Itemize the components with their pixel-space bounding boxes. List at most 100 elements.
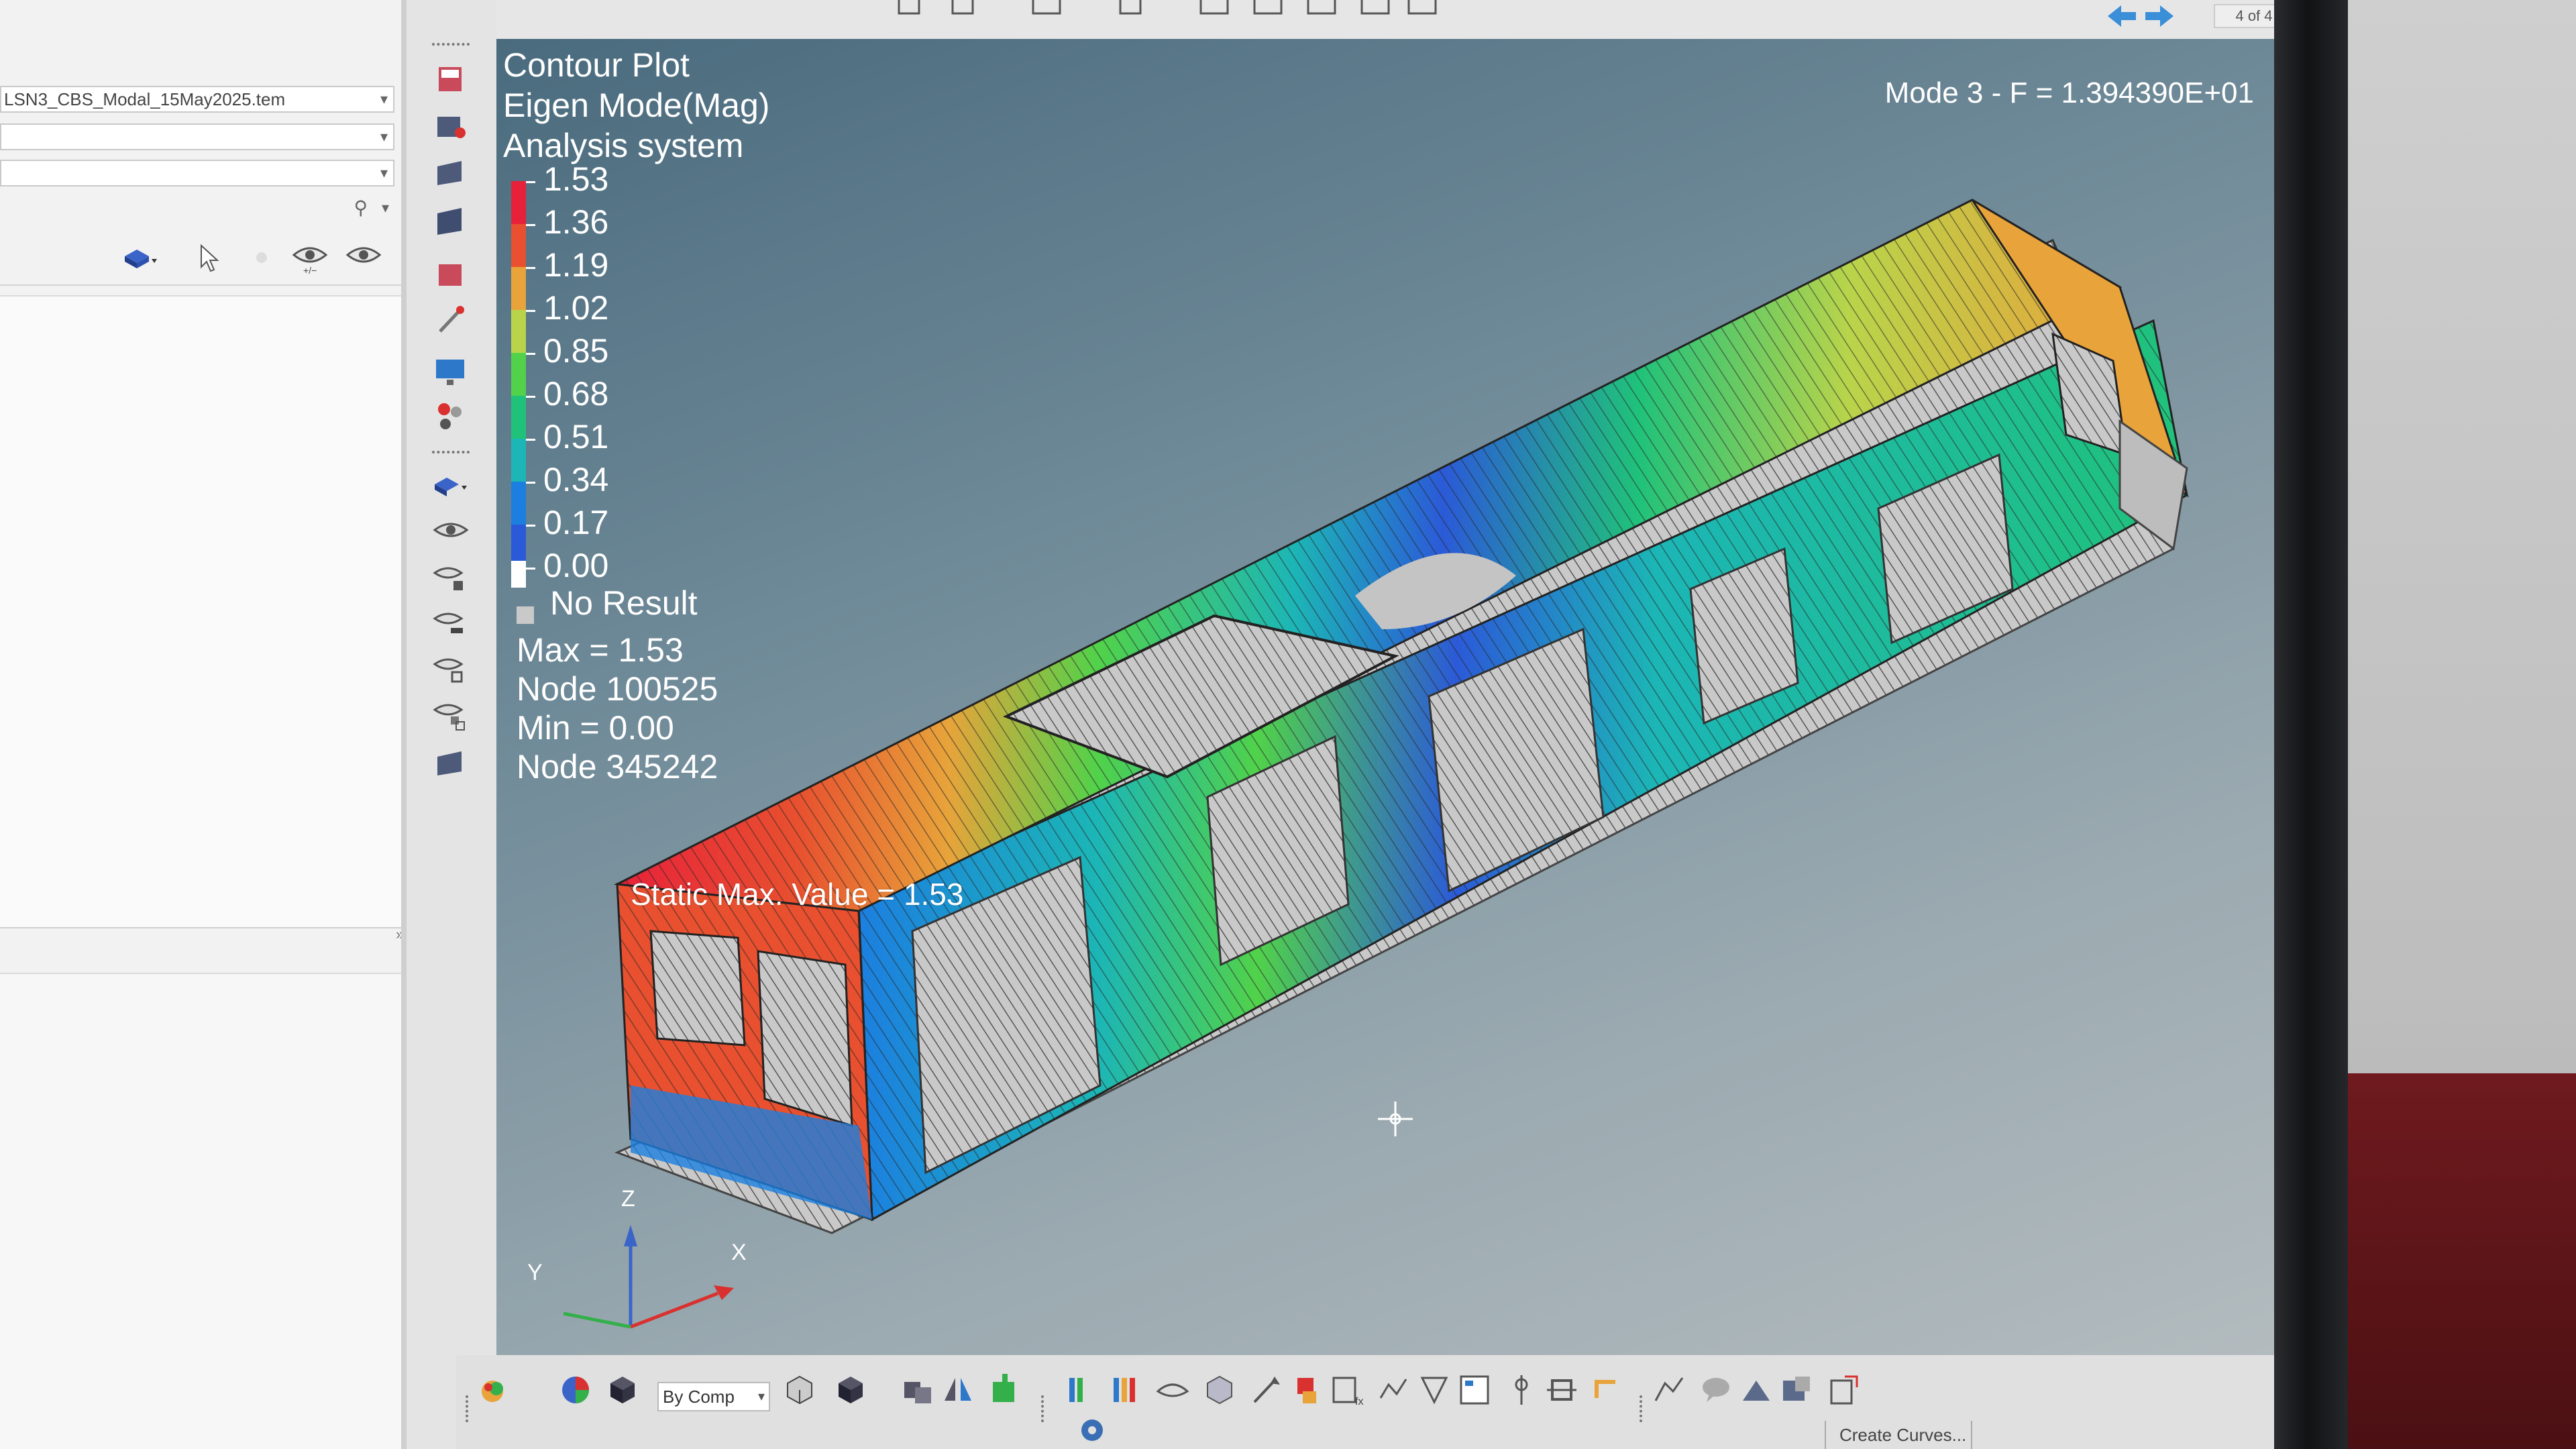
- legend-tick-mark: [526, 224, 535, 226]
- arrow-right-icon[interactable]: [2144, 3, 2175, 30]
- color-by-dropdown[interactable]: By Comp ▾: [657, 1382, 770, 1411]
- chevron-down-icon[interactable]: ▾: [380, 161, 388, 185]
- component-icon[interactable]: [119, 241, 160, 275]
- no-result-label: No Result: [550, 584, 698, 622]
- page-delete-icon[interactable]: [431, 256, 471, 294]
- legend-color-segment: [511, 267, 526, 310]
- toolbar-grip[interactable]: [1041, 1395, 1049, 1422]
- pick-color-icon[interactable]: [476, 1371, 514, 1409]
- isolate-eye-icon[interactable]: [431, 561, 471, 598]
- color-by-value: By Comp: [663, 1387, 735, 1407]
- report-icon[interactable]: [1825, 1371, 1862, 1409]
- wireframe-cube-icon[interactable]: [781, 1371, 818, 1409]
- feature-lines-icon[interactable]: [899, 1371, 936, 1409]
- graphics-viewport[interactable]: Contour Plot Eigen Mode(Mag) Analysis sy…: [496, 39, 2274, 1387]
- measure-angle-icon[interactable]: [1415, 1371, 1453, 1409]
- toolbar-grip[interactable]: [432, 43, 470, 51]
- page-window-icon[interactable]: [431, 745, 471, 782]
- reverse-eye-icon[interactable]: [431, 698, 471, 735]
- y-axis-line: [563, 1311, 631, 1329]
- component-display-icon[interactable]: [431, 470, 471, 507]
- toolbar-grip[interactable]: [1640, 1395, 1648, 1422]
- section-cut-icon[interactable]: [1543, 1371, 1580, 1409]
- color-wheel-icon[interactable]: [557, 1371, 594, 1409]
- legend-result-type: Eigen Mode(Mag): [503, 87, 770, 124]
- x-axis-label: X: [731, 1240, 747, 1265]
- entity-editor[interactable]: [0, 973, 402, 1449]
- legend-color-segment: [511, 181, 526, 224]
- solid-cube-icon[interactable]: [832, 1371, 869, 1409]
- chevron-down-icon[interactable]: ▾: [758, 1383, 765, 1410]
- max-node: Node 100525: [517, 670, 718, 708]
- page-layout-icon[interactable]: [431, 60, 471, 98]
- svg-text:+/−: +/−: [303, 265, 317, 275]
- legend-color-segment: [511, 353, 526, 396]
- clip-icon[interactable]: [1503, 1371, 1540, 1409]
- search-icon[interactable]: ⚲: [354, 196, 368, 220]
- legend-tick-label: 0.34: [543, 461, 609, 498]
- filter-combo[interactable]: ▾: [0, 123, 394, 150]
- search-field[interactable]: ⚲ ▾: [0, 196, 394, 223]
- reveal-icon[interactable]: [241, 241, 282, 275]
- model-browser-panel: LSN3_CBS_Modal_15May2025.tem ▾ ▾ ▾ ⚲ ▾ +…: [0, 0, 404, 1449]
- toolbar-grip[interactable]: [466, 1395, 474, 1422]
- annotate-icon[interactable]: [1737, 1371, 1775, 1409]
- legend-tick-mark: [526, 181, 535, 183]
- vector-icon[interactable]: [1248, 1371, 1285, 1409]
- no-result-swatch: [517, 606, 534, 624]
- tracking-icon[interactable]: [1590, 1371, 1627, 1409]
- panel-splitter[interactable]: [401, 0, 407, 1449]
- z-axis-label: Z: [621, 1186, 635, 1212]
- query-icon[interactable]: fx: [1328, 1371, 1366, 1409]
- legend-tick-mark: [526, 267, 535, 269]
- hide-eye-icon[interactable]: [431, 652, 471, 690]
- legend-tick-label: 0.00: [543, 547, 609, 584]
- window-icon[interactable]: [431, 154, 471, 192]
- visibility-eye-icon[interactable]: [431, 515, 471, 553]
- create-curves-tab[interactable]: Create Curves...: [1825, 1421, 1972, 1449]
- note-icon[interactable]: [1456, 1371, 1493, 1409]
- legend-title: Contour Plot: [503, 46, 690, 84]
- add-component-icon[interactable]: [986, 1371, 1024, 1409]
- shaded-cube-icon[interactable]: [604, 1371, 641, 1409]
- mode-frequency-label: Mode 3 - F = 1.394390E+01: [1884, 76, 2254, 109]
- legend-tick-label: 0.68: [543, 375, 609, 413]
- select-cursor-icon[interactable]: [191, 241, 231, 275]
- page-indicator[interactable]: 4 of 4: [2214, 4, 2274, 28]
- arrow-left-icon[interactable]: [2106, 3, 2137, 30]
- contour-icon[interactable]: [1060, 1371, 1097, 1409]
- svg-text:fx: fx: [1355, 1396, 1363, 1407]
- show-eye-icon[interactable]: [431, 606, 471, 644]
- chevron-down-icon[interactable]: ▾: [380, 125, 388, 149]
- legend-color-segment: [511, 561, 526, 588]
- window-stack-icon[interactable]: [431, 203, 471, 240]
- copy-page-icon[interactable]: [431, 107, 471, 145]
- file-combo[interactable]: LSN3_CBS_Modal_15May2025.tem ▾: [0, 86, 394, 113]
- view-tools-icon[interactable]: [879, 0, 2019, 27]
- display-icon[interactable]: [431, 354, 471, 392]
- comment-icon[interactable]: [1697, 1371, 1735, 1409]
- toolbar-grip[interactable]: [432, 451, 470, 459]
- legend-color-segment: [511, 439, 526, 482]
- chevron-down-icon[interactable]: ▾: [382, 196, 389, 220]
- iso-icon[interactable]: [1201, 1371, 1238, 1409]
- tensor-icon[interactable]: [1288, 1371, 1326, 1409]
- ply-icon[interactable]: [1375, 1371, 1413, 1409]
- view-combo[interactable]: ▾: [0, 160, 394, 186]
- max-value: Max = 1.53: [517, 631, 684, 669]
- export-curve-icon[interactable]: [1650, 1371, 1688, 1409]
- legend-icon[interactable]: [1107, 1371, 1144, 1409]
- eye-add-remove-icon[interactable]: +/−: [290, 241, 330, 275]
- deform-icon[interactable]: [1154, 1371, 1191, 1409]
- settings-gear-icon[interactable]: [1073, 1411, 1111, 1449]
- eye-icon[interactable]: [343, 241, 384, 275]
- model-tree[interactable]: [0, 295, 402, 928]
- mirror-icon[interactable]: [939, 1371, 977, 1409]
- chevron-down-icon[interactable]: ▾: [380, 87, 388, 111]
- x-axis-line: [630, 1291, 718, 1329]
- vertical-toolbar: [423, 27, 490, 818]
- material-spheres-icon[interactable]: [431, 397, 471, 435]
- legend-tick-label: 1.19: [543, 246, 609, 284]
- measure-icon[interactable]: [431, 302, 471, 339]
- screenshot-icon[interactable]: [1778, 1371, 1815, 1409]
